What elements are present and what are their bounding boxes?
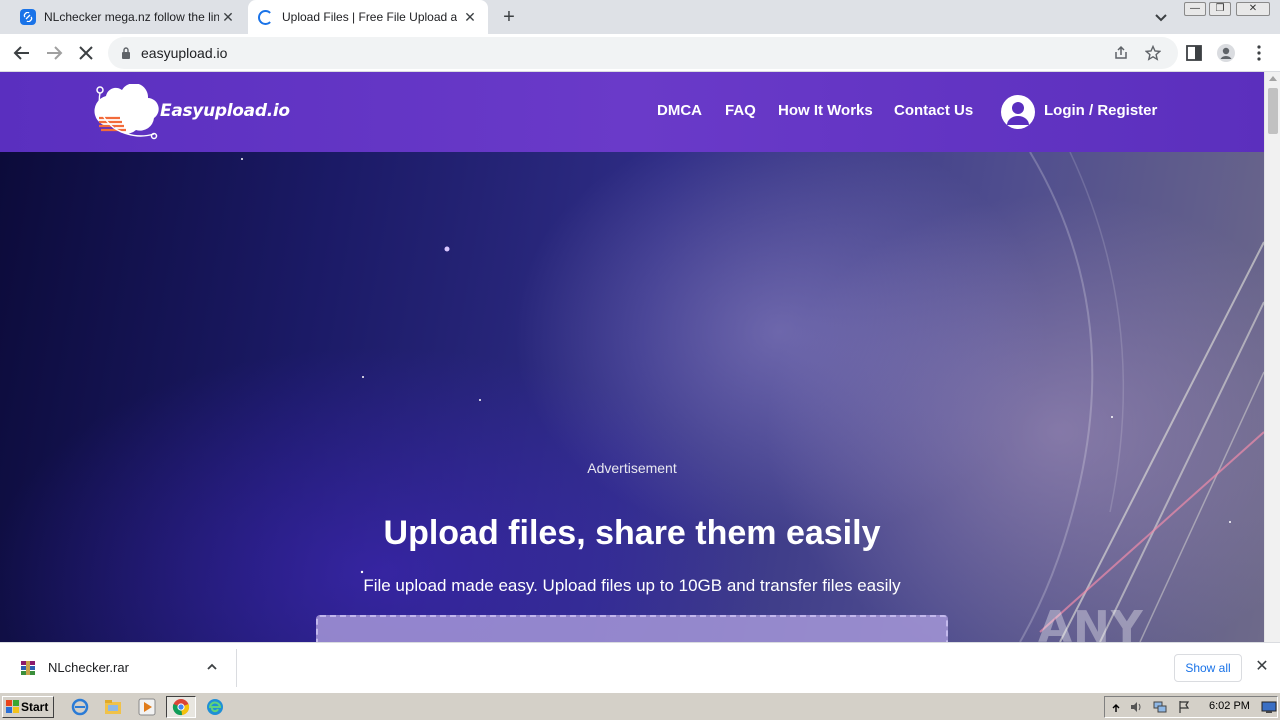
show-hidden-icons-icon[interactable] xyxy=(1109,700,1123,714)
url-text[interactable]: easyupload.io xyxy=(141,45,227,61)
close-window-button[interactable]: ✕ xyxy=(1236,2,1270,16)
link-icon xyxy=(20,9,36,25)
logo-text: Easyupload.io xyxy=(160,101,290,121)
star-bookmark-icon[interactable] xyxy=(1145,45,1161,61)
start-label: Start xyxy=(21,700,49,714)
nav-link-contact-us[interactable]: Contact Us xyxy=(894,102,973,119)
login-register-link[interactable]: Login / Register xyxy=(1044,102,1157,119)
nav-link-dmca[interactable]: DMCA xyxy=(657,102,702,119)
chrome-icon xyxy=(172,699,190,716)
loading-spinner-icon xyxy=(258,9,273,25)
winrar-archive-icon[interactable] xyxy=(20,660,36,676)
download-file-name[interactable]: NLchecker.rar xyxy=(48,660,129,675)
address-bar[interactable]: easyupload.io xyxy=(108,37,1178,69)
page-scrollbar[interactable] xyxy=(1264,72,1280,642)
tab-nlchecker[interactable]: NLchecker mega.nz follow the link — ✕ xyxy=(10,0,246,34)
browser-toolbar: easyupload.io xyxy=(0,34,1280,72)
system-tray: 6:02 PM xyxy=(1104,696,1278,718)
stop-loading-icon[interactable] xyxy=(75,42,97,64)
download-bar: NLchecker.rar Show all ✕ xyxy=(0,642,1280,692)
show-desktop-icon[interactable] xyxy=(1261,700,1277,714)
forward-arrow-icon[interactable] xyxy=(43,42,65,64)
restore-button[interactable]: ❐ xyxy=(1209,2,1231,16)
tab-easyupload[interactable]: Upload Files | Free File Upload and T ✕ xyxy=(248,0,488,34)
file-explorer-icon[interactable] xyxy=(100,696,126,718)
internet-explorer-icon[interactable] xyxy=(67,696,93,718)
close-download-bar-icon[interactable]: ✕ xyxy=(1254,659,1270,675)
action-center-flag-icon[interactable] xyxy=(1177,700,1191,714)
minimize-button[interactable]: — xyxy=(1184,2,1206,16)
nav-link-faq[interactable]: FAQ xyxy=(725,102,756,119)
windows-flag-icon xyxy=(6,700,19,713)
new-tab-button[interactable]: + xyxy=(498,6,520,28)
hero-headline: Upload files, share them easily xyxy=(383,514,881,552)
media-player-icon[interactable] xyxy=(134,696,160,718)
site-logo[interactable]: Easyupload.io xyxy=(94,83,290,140)
site-header: Easyupload.io DMCA FAQ How It Works Cont… xyxy=(0,72,1264,152)
menu-dots-icon[interactable] xyxy=(1249,43,1269,63)
hero-section: Advertisement Upload files, share them e… xyxy=(0,152,1264,642)
advertisement-label: Advertisement xyxy=(587,460,677,476)
tab-title: Upload Files | Free File Upload and T xyxy=(282,10,457,24)
user-avatar-icon[interactable] xyxy=(1001,95,1035,129)
network-icon[interactable] xyxy=(1153,700,1167,714)
cloud-logo-icon xyxy=(94,83,159,140)
start-button[interactable]: Start xyxy=(2,696,54,718)
tab-title: NLchecker mega.nz follow the link — xyxy=(44,10,219,24)
chevron-down-icon[interactable] xyxy=(1152,8,1170,26)
decorative-light-streaks xyxy=(241,152,1264,642)
close-tab-icon[interactable]: ✕ xyxy=(220,9,236,25)
divider xyxy=(236,649,237,687)
chevron-up-icon[interactable] xyxy=(205,660,219,674)
anyrun-watermark: ANY RUN xyxy=(1038,602,1144,642)
nav-link-how-it-works[interactable]: How It Works xyxy=(778,102,873,119)
hero-subline: File upload made easy. Upload files up t… xyxy=(363,576,901,595)
share-icon[interactable] xyxy=(1113,45,1129,61)
windows-taskbar: Start 6:02 PM xyxy=(0,692,1280,720)
profile-icon[interactable] xyxy=(1216,43,1236,63)
close-tab-icon[interactable]: ✕ xyxy=(462,9,478,25)
clock[interactable]: 6:02 PM xyxy=(1209,700,1250,712)
side-panel-icon[interactable] xyxy=(1184,43,1204,63)
upload-dropzone[interactable] xyxy=(316,615,948,642)
chrome-taskbar-button[interactable] xyxy=(166,696,196,718)
tab-strip: NLchecker mega.nz follow the link — ✕ Up… xyxy=(0,0,1280,34)
back-arrow-icon[interactable] xyxy=(11,42,33,64)
scroll-up-arrow-icon[interactable] xyxy=(1269,76,1277,81)
page-viewport: Easyupload.io DMCA FAQ How It Works Cont… xyxy=(0,72,1264,642)
show-all-downloads-button[interactable]: Show all xyxy=(1174,654,1242,682)
lock-icon[interactable] xyxy=(121,47,131,59)
volume-icon[interactable] xyxy=(1129,700,1143,714)
edge-icon[interactable] xyxy=(202,696,228,718)
scroll-thumb[interactable] xyxy=(1268,88,1278,134)
